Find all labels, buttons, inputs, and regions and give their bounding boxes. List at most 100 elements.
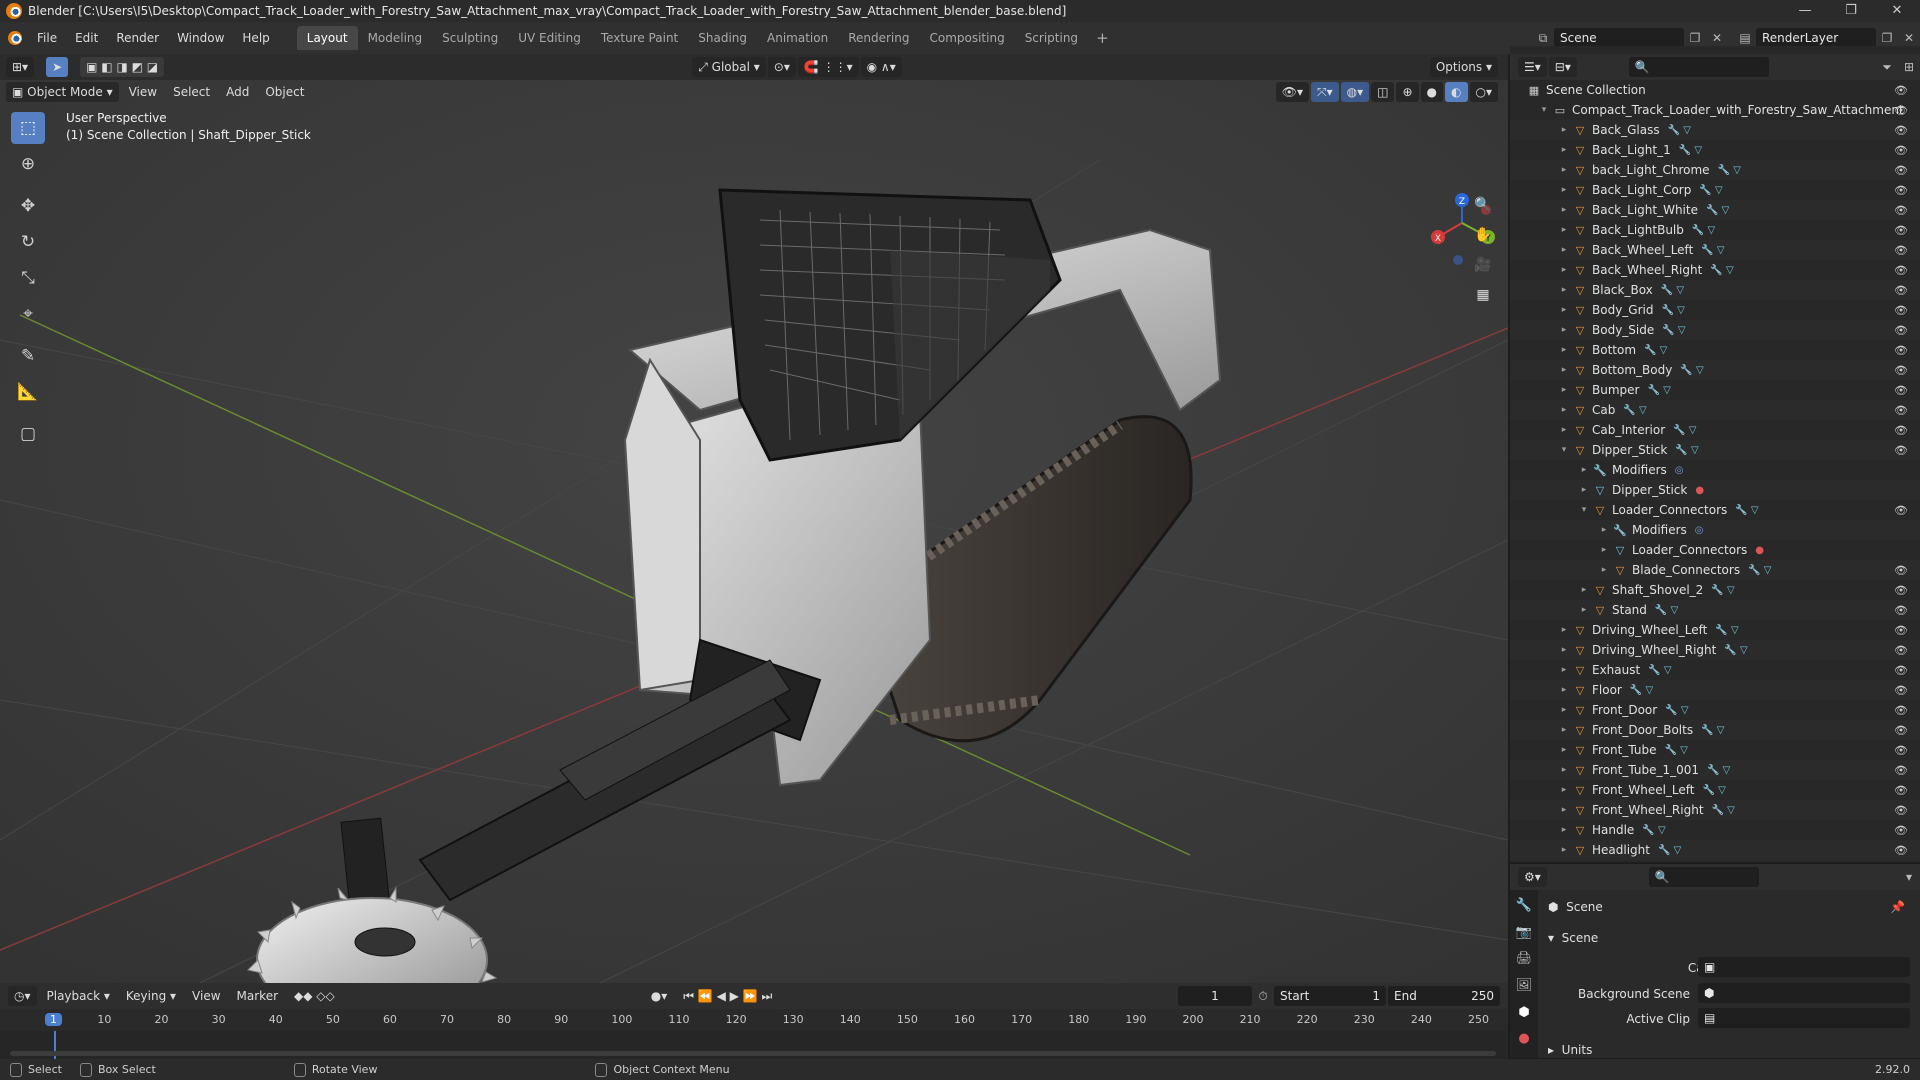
timeline-menu-view[interactable]: View bbox=[184, 989, 228, 1003]
properties-options-icon[interactable]: ▾ bbox=[1898, 867, 1920, 887]
expand-closed-icon[interactable]: ▸ bbox=[1558, 645, 1570, 655]
outliner-item[interactable]: ▸ ▽ Cab 🔧 ▽ 👁 bbox=[1510, 400, 1920, 420]
object-data-icons[interactable]: 🔧 ▽ bbox=[1623, 405, 1646, 416]
expand-closed-icon[interactable]: ▸ bbox=[1558, 265, 1570, 275]
eye-icon[interactable]: 👁 bbox=[1894, 204, 1908, 217]
eye-icon[interactable]: 👁 bbox=[1894, 844, 1908, 857]
object-data-icons[interactable]: 🔧 ▽ bbox=[1647, 385, 1670, 396]
object-data-icons[interactable]: 🔧 ▽ bbox=[1673, 425, 1696, 436]
minimize-icon[interactable]: — bbox=[1782, 0, 1828, 22]
renderlayer-new-icon[interactable]: ❐ bbox=[1876, 28, 1898, 48]
expand-closed-icon[interactable]: ▸ bbox=[1558, 185, 1570, 195]
object-data-icons[interactable]: 🔧 ▽ bbox=[1648, 665, 1671, 676]
outliner-item[interactable]: ▸ ▽ Shaft_Shovel_2 🔧 ▽ 👁 bbox=[1510, 580, 1920, 600]
select-tool-icon[interactable]: ⬚ bbox=[11, 112, 45, 144]
transform-orientation-dropdown[interactable]: ⤢ Global ▾ bbox=[692, 57, 766, 77]
properties-search-input[interactable]: 🔍 bbox=[1648, 867, 1759, 887]
eye-icon[interactable]: 👁 bbox=[1894, 244, 1908, 257]
outliner-item[interactable]: ▸ ▽ Back_LightBulb 🔧 ▽ 👁 bbox=[1510, 220, 1920, 240]
eye-icon[interactable]: 👁 bbox=[1894, 504, 1908, 517]
expand-closed-icon[interactable]: ▸ bbox=[1558, 225, 1570, 235]
render-tab-icon[interactable]: 📷 bbox=[1516, 925, 1532, 952]
keyframe-icons[interactable]: ◆◆ ◇◇ bbox=[286, 989, 343, 1003]
outliner-item[interactable]: ▸ ▽ Front_Tube 🔧 ▽ 👁 bbox=[1510, 740, 1920, 760]
eye-icon[interactable]: 👁 bbox=[1894, 124, 1908, 137]
outliner-item[interactable]: ▸ ▽ Stand 🔧 ▽ 👁 bbox=[1510, 600, 1920, 620]
eye-icon[interactable]: 👁 bbox=[1894, 84, 1908, 97]
outliner-item[interactable]: ▸ ▽ Handle 🔧 ▽ 👁 bbox=[1510, 820, 1920, 840]
expand-closed-icon[interactable]: ▸ bbox=[1558, 425, 1570, 435]
expand-closed-icon[interactable]: ▸ bbox=[1558, 685, 1570, 695]
expand-closed-icon[interactable]: ▸ bbox=[1558, 305, 1570, 315]
eye-icon[interactable]: 👁 bbox=[1894, 764, 1908, 777]
scene-selector-icon[interactable]: ⧉ bbox=[1532, 28, 1554, 48]
ortho-grid-icon[interactable]: ▦ bbox=[1470, 282, 1496, 308]
scene-tab-icon[interactable]: ⬢ bbox=[1518, 1005, 1529, 1032]
outliner-item[interactable]: ▸ ▽ Bottom_Body 🔧 ▽ 👁 bbox=[1510, 360, 1920, 380]
restore-icon[interactable]: ❐ bbox=[1828, 0, 1874, 22]
eye-icon[interactable]: 👁 bbox=[1894, 224, 1908, 237]
object-data-icons[interactable]: 🔧 ▽ bbox=[1699, 185, 1722, 196]
expand-closed-icon[interactable]: ▸ bbox=[1558, 625, 1570, 635]
expand-closed-icon[interactable]: ▸ bbox=[1558, 705, 1570, 715]
menu-edit[interactable]: Edit bbox=[66, 31, 107, 45]
object-data-icons[interactable]: 🔧 ▽ bbox=[1658, 845, 1681, 856]
eye-icon[interactable]: 👁 bbox=[1894, 164, 1908, 177]
proportional-edit-icon[interactable]: ◉ ∧▾ bbox=[860, 57, 902, 77]
object-data-icons[interactable]: 🔧 ▽ bbox=[1706, 205, 1729, 216]
timeline-scrollbar[interactable] bbox=[10, 1051, 1496, 1056]
shading-material-icon[interactable]: ◐ bbox=[1445, 82, 1468, 102]
outliner-search-input[interactable]: 🔍 bbox=[1628, 57, 1769, 77]
outliner-item[interactable]: ▸ ▽ Headlight 🔧 ▽ 👁 bbox=[1510, 840, 1920, 860]
eye-icon[interactable]: 👁 bbox=[1894, 644, 1908, 657]
menu-file[interactable]: File bbox=[28, 31, 66, 45]
timeline-track[interactable] bbox=[0, 1031, 1508, 1059]
add-workspace-icon[interactable]: + bbox=[1088, 29, 1117, 47]
outliner-item[interactable]: ▸ ▽ Body_Grid 🔧 ▽ 👁 bbox=[1510, 300, 1920, 320]
object-data-icons[interactable]: 🔧 ▽ bbox=[1665, 705, 1688, 716]
object-data-icons[interactable]: 🔧 ▽ bbox=[1701, 725, 1724, 736]
object-data-icons[interactable]: 🔧 ▽ bbox=[1715, 625, 1738, 636]
object-data-icons[interactable]: 🔧 ▽ bbox=[1655, 605, 1678, 616]
object-data-icons[interactable]: 🔧 ▽ bbox=[1748, 565, 1771, 576]
outliner-item[interactable]: ▸ ▽ Dipper_Stick ● bbox=[1510, 480, 1920, 500]
expand-closed-icon[interactable]: ▸ bbox=[1558, 745, 1570, 755]
tab-scripting[interactable]: Scripting bbox=[1015, 26, 1088, 50]
move-tool-icon[interactable]: ✥ bbox=[11, 190, 45, 222]
timeline-menu-keying[interactable]: Keying ▾ bbox=[118, 989, 184, 1003]
viewport-menu-object[interactable]: Object bbox=[257, 85, 312, 99]
expand-closed-icon[interactable]: ▸ bbox=[1558, 245, 1570, 255]
playback-controls[interactable]: ⏮ ⏪ ◀ ▶ ⏩ ⏭ bbox=[675, 989, 780, 1004]
eye-icon[interactable]: 👁 bbox=[1894, 404, 1908, 417]
outliner-item[interactable]: ▸ ▽ Back_Light_Corp 🔧 ▽ 👁 bbox=[1510, 180, 1920, 200]
gizmo-toggle-icon[interactable]: ⤧▾ bbox=[1311, 82, 1339, 102]
viewport-menu-select[interactable]: Select bbox=[165, 85, 218, 99]
eye-icon[interactable]: 👁 bbox=[1894, 744, 1908, 757]
new-collection-icon[interactable]: ⊞ bbox=[1898, 57, 1920, 77]
object-data-icons[interactable]: 🔧 ▽ bbox=[1701, 245, 1724, 256]
outliner-item[interactable]: ▸ ▽ Front_Door_Bolts 🔧 ▽ 👁 bbox=[1510, 720, 1920, 740]
outliner-item[interactable]: ▸ ▽ Driving_Wheel_Right 🔧 ▽ 👁 bbox=[1510, 640, 1920, 660]
expand-closed-icon[interactable]: ▸ bbox=[1558, 845, 1570, 855]
eye-icon[interactable]: 👁 bbox=[1894, 444, 1908, 457]
object-data-icons[interactable]: 🔧 ▽ bbox=[1718, 165, 1741, 176]
outliner-item[interactable]: ▸ ▽ Front_Tube_1_001 🔧 ▽ 👁 bbox=[1510, 760, 1920, 780]
expand-closed-icon[interactable]: ▸ bbox=[1558, 145, 1570, 155]
outliner-item[interactable]: ▸ ▽ Back_Light_1 🔧 ▽ 👁 bbox=[1510, 140, 1920, 160]
select-mode-icon[interactable]: ➤ bbox=[46, 57, 69, 77]
outliner-item[interactable]: ▸ ▽ Black_Box 🔧 ▽ 👁 bbox=[1510, 280, 1920, 300]
eye-icon[interactable]: 👁 bbox=[1894, 624, 1908, 637]
timeline-menu-playback[interactable]: Playback ▾ bbox=[39, 989, 118, 1003]
tab-shading[interactable]: Shading bbox=[688, 26, 757, 50]
timeline-ruler[interactable]: 1 10 20 30 40 50 60 70 80 90 100 110 120 130 140 150 160… bbox=[0, 1009, 1508, 1031]
tab-uv-editing[interactable]: UV Editing bbox=[508, 26, 591, 50]
measure-tool-icon[interactable]: 📐 bbox=[11, 376, 45, 408]
object-data-icons[interactable]: 🔧 ▽ bbox=[1662, 325, 1685, 336]
object-data-icons[interactable]: 🔧 ▽ bbox=[1711, 585, 1734, 596]
outliner-item[interactable]: ▸ ▽ Floor 🔧 ▽ 👁 bbox=[1510, 680, 1920, 700]
menu-render[interactable]: Render bbox=[107, 31, 168, 45]
annotate-tool-icon[interactable]: ✎ bbox=[11, 340, 45, 372]
eye-icon[interactable]: 👁 bbox=[1894, 664, 1908, 677]
eye-icon[interactable]: 👁 bbox=[1894, 684, 1908, 697]
expand-closed-icon[interactable]: ▸ bbox=[1578, 485, 1590, 495]
